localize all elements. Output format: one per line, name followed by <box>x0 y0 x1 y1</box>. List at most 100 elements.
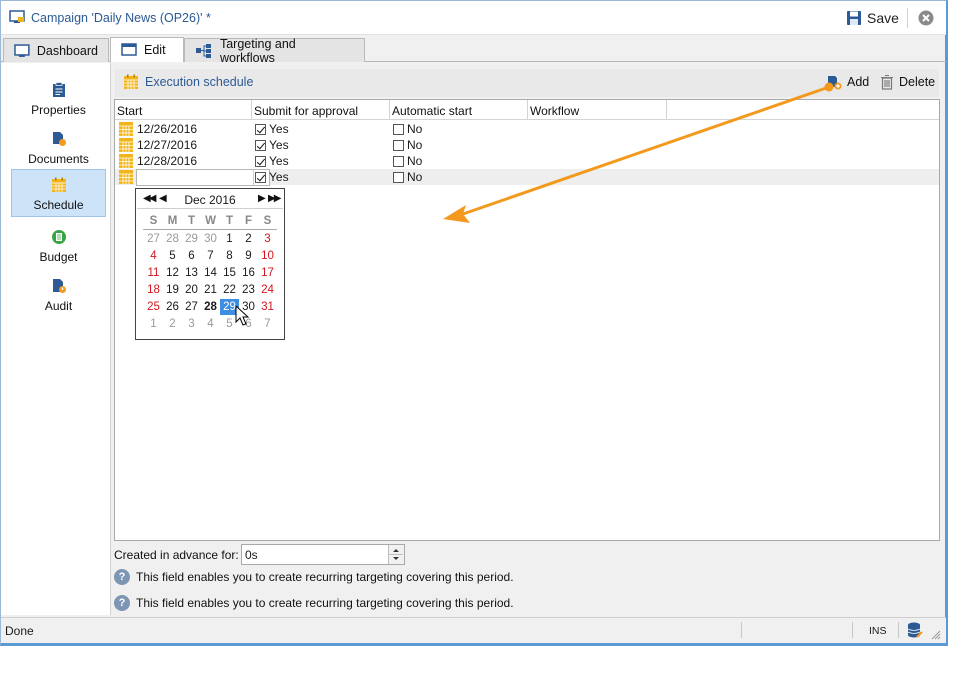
calendar-day[interactable]: 11 <box>144 265 163 281</box>
calendar-day[interactable]: 12 <box>163 265 182 281</box>
advance-duration-input[interactable]: 0s <box>241 544 405 565</box>
nav-schedule[interactable]: Schedule <box>11 169 106 217</box>
calendar-day[interactable]: 5 <box>220 316 239 332</box>
calendar-day[interactable]: 7 <box>201 248 220 264</box>
table-row[interactable]: 12/28/2016 Yes No <box>115 153 939 169</box>
column-separator <box>389 100 390 120</box>
weekday-label: S <box>263 215 272 227</box>
table-row-editing[interactable]: Yes No <box>115 169 939 186</box>
calendar-day[interactable]: 6 <box>239 316 258 332</box>
calendar-day[interactable]: 10 <box>258 248 277 264</box>
calendar-day[interactable]: 30 <box>201 231 220 247</box>
calendar-day[interactable]: 29 <box>182 231 201 247</box>
calendar-day[interactable]: 5 <box>163 248 182 264</box>
approval-checkbox[interactable] <box>255 139 266 151</box>
column-automatic-start[interactable]: Automatic start <box>392 104 472 118</box>
calendar-day[interactable]: 24 <box>258 282 277 298</box>
schedule-panel: Execution schedule Add Delete Start Subm… <box>113 67 941 615</box>
row-approval: Yes <box>255 154 289 168</box>
calendar-day[interactable]: 8 <box>220 248 239 264</box>
calendar-day[interactable]: 31 <box>258 299 277 315</box>
delete-button[interactable]: Delete <box>880 74 935 90</box>
auto-start-checkbox[interactable] <box>393 139 404 151</box>
calendar-day[interactable]: 27 <box>182 299 201 315</box>
next-month-icon[interactable]: ▶ <box>258 193 266 204</box>
row-start-date: 12/27/2016 <box>137 138 198 152</box>
calendar-day[interactable]: 21 <box>201 282 220 298</box>
calendar-day[interactable]: 14 <box>201 265 220 281</box>
calendar-day[interactable]: 25 <box>144 299 163 315</box>
row-auto-start: No <box>393 122 422 136</box>
calendar-day[interactable]: 30 <box>239 299 258 315</box>
close-icon[interactable] <box>918 10 934 26</box>
calendar-day[interactable]: 28 <box>201 299 220 315</box>
calendar-day[interactable]: 7 <box>258 316 277 332</box>
calendar-day[interactable]: 15 <box>220 265 239 281</box>
advance-value: 0s <box>245 548 258 562</box>
auto-start-checkbox[interactable] <box>393 155 404 167</box>
calendar-day[interactable]: 27 <box>144 231 163 247</box>
help-note: ? This field enables you to create recur… <box>114 569 514 585</box>
workflow-icon <box>195 43 211 58</box>
insert-mode-indicator: INS <box>869 625 887 637</box>
calendar-day[interactable]: 3 <box>258 231 277 247</box>
approval-checkbox[interactable] <box>255 171 266 183</box>
nav-documents-label: Documents <box>28 152 89 166</box>
table-row[interactable]: 12/26/2016 Yes No <box>115 121 939 137</box>
calendar-day[interactable]: 22 <box>220 282 239 298</box>
tab-dashboard[interactable]: Dashboard <box>3 38 109 62</box>
calendar-day[interactable]: 2 <box>239 231 258 247</box>
column-separator <box>527 100 528 120</box>
add-button[interactable]: Add <box>826 74 869 90</box>
tab-edit[interactable]: Edit <box>110 37 184 62</box>
calendar-day[interactable]: 13 <box>182 265 201 281</box>
calendar-day[interactable]: 4 <box>201 316 220 332</box>
tab-dashboard-label: Dashboard <box>36 43 98 58</box>
row-approval: Yes <box>255 122 289 136</box>
help-icon: ? <box>114 595 130 611</box>
column-start[interactable]: Start <box>117 104 142 118</box>
tab-targeting-workflows[interactable]: Targeting and workflows <box>184 37 365 65</box>
calendar-day[interactable]: 16 <box>239 265 258 281</box>
table-row[interactable]: 12/27/2016 Yes No <box>115 137 939 153</box>
calendar-day[interactable]: 1 <box>144 316 163 332</box>
auto-start-checkbox[interactable] <box>393 171 404 183</box>
weekday-label: S <box>149 215 158 227</box>
calendar-day[interactable]: 17 <box>258 265 277 281</box>
calendar-day[interactable]: 6 <box>182 248 201 264</box>
calendar-day[interactable]: 1 <box>220 231 239 247</box>
status-separator <box>741 622 742 638</box>
approval-checkbox[interactable] <box>255 155 266 167</box>
nav-audit[interactable]: Audit <box>11 269 106 317</box>
status-separator <box>852 622 853 638</box>
calendar-day[interactable]: 23 <box>239 282 258 298</box>
row-auto-start: No <box>393 170 422 184</box>
left-navigation: Properties Documents Schedule Budget Aud… <box>1 63 111 615</box>
resize-grip-icon[interactable] <box>931 630 941 640</box>
calendar-day[interactable]: 20 <box>182 282 201 298</box>
calendar-day[interactable]: 3 <box>182 316 201 332</box>
calendar-day[interactable]: 2 <box>163 316 182 332</box>
approval-checkbox[interactable] <box>255 123 266 135</box>
start-date-input[interactable] <box>136 169 270 186</box>
nav-budget[interactable]: Budget <box>11 220 106 268</box>
nav-properties[interactable]: Properties <box>11 73 106 121</box>
tab-strip: Dashboard Edit Targeting and workflows <box>1 36 946 65</box>
calendar-day[interactable]: 26 <box>163 299 182 315</box>
calendar-day[interactable]: 29 <box>220 299 239 315</box>
auto-start-value: No <box>407 122 423 136</box>
column-workflow[interactable]: Workflow <box>530 104 579 118</box>
calendar-day[interactable]: 9 <box>239 248 258 264</box>
nav-documents[interactable]: Documents <box>11 122 106 170</box>
calendar-day[interactable]: 19 <box>163 282 182 298</box>
calendar-day[interactable]: 18 <box>144 282 163 298</box>
column-submit-approval[interactable]: Submit for approval <box>254 104 358 118</box>
calendar-day[interactable]: 28 <box>163 231 182 247</box>
save-button[interactable]: Save <box>846 8 899 28</box>
date-picker-popup: ◀◀ ◀ Dec 2016 ▶ ▶▶ S M T W T F S 27 28 29 3… <box>135 188 285 340</box>
duration-spinner[interactable] <box>388 545 404 564</box>
calendar-day[interactable]: 4 <box>144 248 163 264</box>
approval-value: Yes <box>269 138 289 152</box>
next-year-icon[interactable]: ▶▶ <box>268 193 281 204</box>
auto-start-checkbox[interactable] <box>393 123 404 135</box>
